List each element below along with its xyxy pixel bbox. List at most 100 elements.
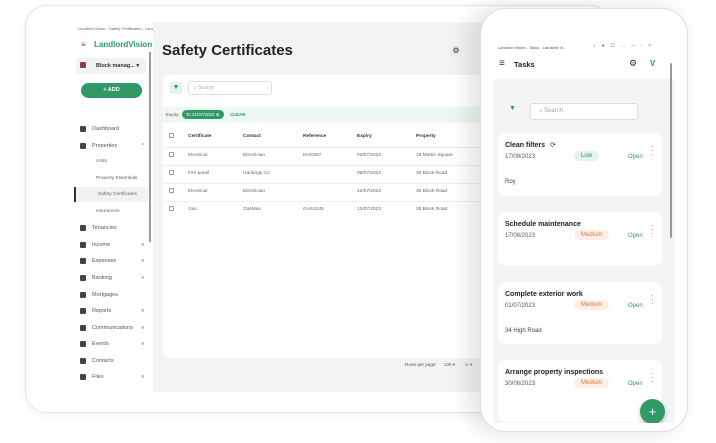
menu-icon[interactable]: ≡ [499, 58, 505, 69]
chevron-icon: v [141, 308, 145, 314]
more-options-icon[interactable]: · · · [651, 292, 654, 308]
filter-chip[interactable]: To 31/07/2023 ⊗ [182, 110, 224, 119]
task-date: 17/09/2023 [505, 154, 536, 160]
expenses-icon [80, 258, 86, 264]
task-date: 30/06/2023 [505, 381, 536, 387]
chevron-icon: v [141, 325, 145, 331]
filter-icon[interactable]: ▼ [509, 105, 516, 112]
table-cell: 02/07/2023 [357, 153, 382, 158]
sidebar-item-communications[interactable]: Communications v [80, 325, 148, 331]
more-options-icon[interactable]: · · · [651, 370, 654, 386]
window-controls[interactable]: ⌕●▢…–▫× [593, 43, 657, 49]
table-cell: 12/07/2023 [357, 207, 382, 212]
chevron-icon: v [141, 341, 145, 347]
table-cell: GAS3245 [303, 207, 324, 212]
chevron-icon: v [141, 258, 145, 264]
search-input[interactable]: ⌕ Search [530, 103, 638, 120]
sidebar-item-contacts[interactable]: Contacts [80, 358, 148, 364]
phone-frame: Landlord Vision - Tasks - Landlord Vi...… [480, 8, 688, 432]
search-input[interactable]: ⌕ Search [188, 81, 272, 95]
account-selector[interactable]: Block manag... ▾ [76, 58, 146, 74]
clear-filter-button[interactable]: CLEAR [230, 112, 246, 117]
bank-icon [80, 275, 86, 281]
sidebar-item-income[interactable]: Income v [80, 242, 148, 248]
table-cell: KHG567 [303, 153, 322, 158]
sidebar-subitem[interactable]: Property Essentials [96, 176, 137, 181]
sidebar-item-events[interactable]: Events v [80, 341, 148, 347]
column-header[interactable]: Certificate [188, 134, 211, 139]
table-cell: 09/07/2023 [357, 171, 382, 176]
chevron-icon: v [141, 374, 145, 380]
sidebar-subitem[interactable]: Units [96, 159, 107, 164]
task-card[interactable]: Clean filters ⟳ 17/09/2023 Low Open · · · … [498, 133, 662, 196]
status-label: Open [628, 303, 643, 309]
add-task-button[interactable]: + [640, 399, 665, 423]
sidebar-subitem[interactable]: Insurances [96, 209, 119, 214]
select-all-checkbox[interactable] [169, 133, 174, 138]
table-cell: Electrical [188, 153, 208, 158]
task-name: Arrange property inspections [505, 369, 604, 376]
sidebar-item-properties[interactable]: Properties ^ [80, 143, 148, 149]
row-checkbox[interactable] [169, 170, 174, 175]
rows-per-page-select[interactable]: 100 ▾ [444, 362, 455, 368]
cloud-icon [80, 374, 86, 380]
reports-icon [80, 308, 86, 314]
task-name: Complete exterior work [505, 291, 583, 298]
table-cell: Hardings Co [243, 171, 270, 176]
home-icon [80, 143, 86, 149]
status-label: Open [628, 233, 643, 239]
table-cell: 35 Block Road [416, 207, 448, 212]
more-options-icon[interactable]: · · · [651, 222, 654, 238]
table-cell: Electrician [243, 153, 266, 158]
tenancies-icon [80, 225, 86, 231]
phone-header: Landlord Vision - Tasks - Landlord Vi...… [493, 39, 675, 79]
building-icon [80, 62, 86, 68]
sidebar-item-files[interactable]: Files v [80, 374, 148, 380]
table-cell: 35 Block Road [416, 171, 448, 176]
dashboard-icon [80, 126, 86, 132]
sidebar-item-banking[interactable]: Banking v [80, 275, 148, 281]
priority-badge: Medium [574, 300, 610, 310]
phone-scrollbar[interactable] [670, 63, 672, 238]
row-checkbox[interactable] [169, 206, 174, 211]
sidebar-item-expenses[interactable]: Expenses v [80, 258, 148, 264]
table-cell: GasMan [243, 207, 262, 212]
task-date: 01/07/2023 [505, 303, 536, 309]
more-options-icon[interactable]: · · · [651, 143, 654, 159]
table-cell: Electrician [243, 189, 266, 194]
settings-icon[interactable]: ⚙ [449, 44, 463, 58]
sidebar-item-mortgages[interactable]: Mortgages [80, 292, 148, 298]
sidebar-scrollbar[interactable] [149, 52, 151, 242]
sidebar: ≡ LandlordVision Block manag... ▾ + ADD … [74, 34, 153, 392]
column-header[interactable]: Expiry [357, 134, 372, 139]
row-checkbox[interactable] [169, 152, 174, 157]
column-header[interactable]: Reference [303, 134, 326, 139]
column-header[interactable]: Contact [243, 134, 261, 139]
task-card[interactable]: Schedule maintenance 17/08/2023 Medium O… [498, 212, 662, 266]
sidebar-item-tenancies[interactable]: Tenancies [80, 225, 148, 231]
settings-icon[interactable]: ⚙ [629, 58, 637, 69]
sidebar-item-dashboard[interactable]: Dashboard [80, 126, 148, 132]
task-name: Schedule maintenance [505, 221, 581, 228]
filter-icon[interactable]: ▼ [170, 82, 182, 94]
priority-badge: Medium [574, 230, 610, 240]
add-button[interactable]: + ADD [81, 83, 142, 98]
table-cell: 18 Martin Square [416, 153, 453, 158]
task-card[interactable]: Arrange property inspections 30/06/2023 … [498, 360, 662, 422]
column-header[interactable]: Property [416, 134, 436, 139]
logo: LandlordVision [94, 40, 153, 49]
income-icon [80, 242, 86, 248]
priority-badge: Low [574, 151, 600, 161]
table-cell: Electrical [188, 189, 208, 194]
task-card[interactable]: Complete exterior work 01/07/2023 Medium… [498, 282, 662, 344]
menu-icon[interactable]: ≡ [81, 40, 86, 49]
chevron-icon: ^ [141, 143, 144, 149]
sidebar-item-reports[interactable]: Reports v [80, 308, 148, 314]
phone-title: Tasks [514, 60, 535, 69]
communications-icon [80, 325, 86, 331]
sidebar-subitem[interactable]: Safety Certificates [74, 187, 148, 202]
table-cell: 35 Block Road [416, 189, 448, 194]
calendar-icon [80, 341, 86, 347]
priority-badge: Medium [574, 378, 610, 388]
row-checkbox[interactable] [169, 188, 174, 193]
